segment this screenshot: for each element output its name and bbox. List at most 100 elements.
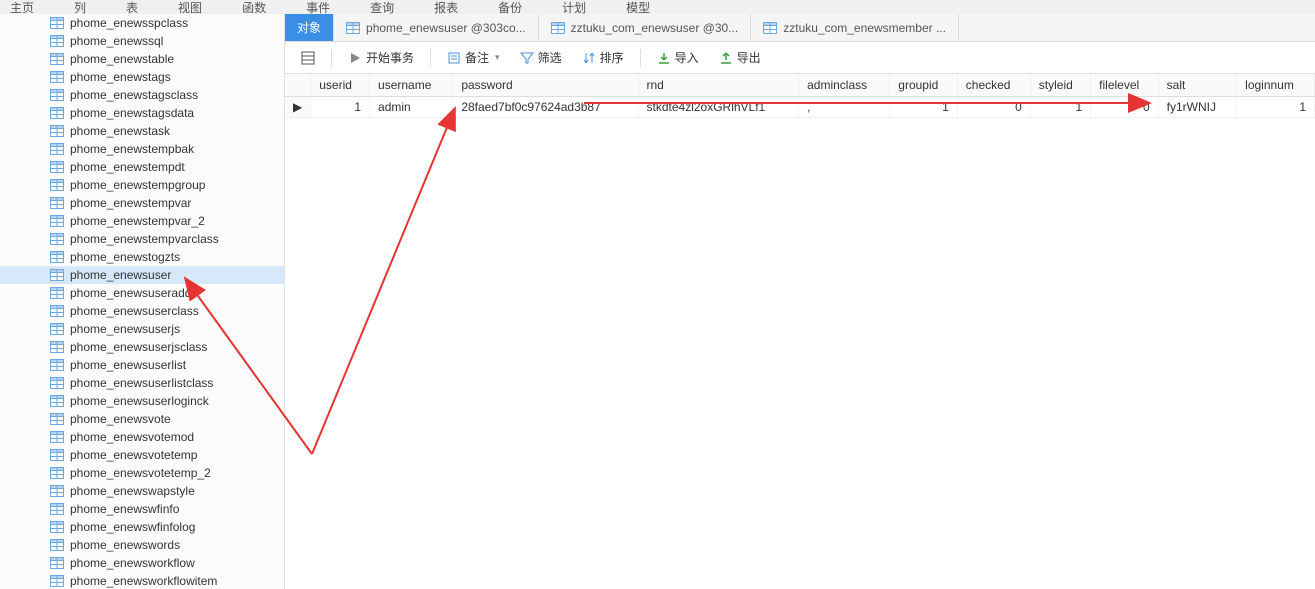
sidebar-item-phome_enewstogzts[interactable]: phome_enewstogzts: [0, 248, 284, 266]
sidebar-item-phome_enewssql[interactable]: phome_enewssql: [0, 32, 284, 50]
table-row[interactable]: ▶1admin28faed7bf0c97624ad3b87stkdte4zl2o…: [285, 97, 1315, 118]
sidebar-item-phome_enewsuserjs[interactable]: phome_enewsuserjs: [0, 320, 284, 338]
sidebar-item-phome_enewsuserclass[interactable]: phome_enewsuserclass: [0, 302, 284, 320]
table-icon: [50, 233, 64, 245]
tab-2[interactable]: zztuku_com_enewsuser @30...: [539, 14, 752, 41]
table-icon: [50, 305, 64, 317]
table-list-sidebar[interactable]: phome_enewsspclassphome_enewssqlphome_en…: [0, 14, 285, 589]
sidebar-item-phome_enewsuserlist[interactable]: phome_enewsuserlist: [0, 356, 284, 374]
sidebar-item-phome_enewstempbak[interactable]: phome_enewstempbak: [0, 140, 284, 158]
sidebar-item-phome_enewsvote[interactable]: phome_enewsvote: [0, 410, 284, 428]
menu-item[interactable]: 列: [74, 0, 86, 14]
sort-button[interactable]: 排序: [574, 46, 632, 69]
sidebar-item-label: phome_enewstempbak: [70, 142, 194, 156]
sidebar-item-label: phome_enewsuserloginck: [70, 394, 209, 408]
column-header-rnd[interactable]: rnd: [638, 74, 799, 97]
menu-item[interactable]: 备份: [498, 0, 522, 14]
cell-adminclass[interactable]: ,: [799, 97, 890, 118]
sidebar-item-label: phome_enewstagsdata: [70, 106, 194, 120]
filter-label: 筛选: [538, 49, 562, 66]
cell-rnd[interactable]: stkdte4zl2oxGRlhVLf1: [638, 97, 799, 118]
table-icon: [50, 35, 64, 47]
table-icon: [50, 215, 64, 227]
menu-item[interactable]: 视图: [178, 0, 202, 14]
sidebar-item-label: phome_enewswfinfo: [70, 502, 179, 516]
sidebar-item-phome_enewsuserlistclass[interactable]: phome_enewsuserlistclass: [0, 374, 284, 392]
menu-item[interactable]: 表: [126, 0, 138, 14]
menu-item[interactable]: 模型: [626, 0, 650, 14]
column-header-salt[interactable]: salt: [1158, 74, 1237, 97]
sidebar-item-phome_enewsuseradd[interactable]: phome_enewsuseradd: [0, 284, 284, 302]
menu-item[interactable]: 查询: [370, 0, 394, 14]
tab-0[interactable]: 对象: [285, 14, 334, 41]
grid-icon: [301, 51, 315, 65]
sidebar-item-phome_enewstempvarclass[interactable]: phome_enewstempvarclass: [0, 230, 284, 248]
sidebar-item-phome_enewsvotemod[interactable]: phome_enewsvotemod: [0, 428, 284, 446]
sidebar-item-phome_enewswfinfolog[interactable]: phome_enewswfinfolog: [0, 518, 284, 536]
column-header-groupid[interactable]: groupid: [890, 74, 957, 97]
sidebar-item-phome_enewswords[interactable]: phome_enewswords: [0, 536, 284, 554]
cell-salt[interactable]: fy1rWNIJ: [1158, 97, 1237, 118]
column-header-adminclass[interactable]: adminclass: [799, 74, 890, 97]
sidebar-item-phome_enewstable[interactable]: phome_enewstable: [0, 50, 284, 68]
export-button[interactable]: 导出: [711, 46, 769, 69]
row-marker: ▶: [285, 97, 311, 118]
sidebar-item-phome_enewstempvar_2[interactable]: phome_enewstempvar_2: [0, 212, 284, 230]
sidebar-item-phome_enewswfinfo[interactable]: phome_enewswfinfo: [0, 500, 284, 518]
tab-1[interactable]: phome_enewsuser @303co...: [334, 14, 539, 41]
note-icon: [447, 51, 461, 65]
sidebar-item-phome_enewstagsdata[interactable]: phome_enewstagsdata: [0, 104, 284, 122]
menu-item[interactable]: 计划: [562, 0, 586, 14]
sidebar-item-phome_enewsworkflow[interactable]: phome_enewsworkflow: [0, 554, 284, 572]
sidebar-item-phome_enewsuserjsclass[interactable]: phome_enewsuserjsclass: [0, 338, 284, 356]
cell-password[interactable]: 28faed7bf0c97624ad3b87: [453, 97, 638, 118]
start-transaction-button[interactable]: 开始事务: [340, 46, 422, 69]
sidebar-item-phome_enewstempdt[interactable]: phome_enewstempdt: [0, 158, 284, 176]
sidebar-item-phome_enewstags[interactable]: phome_enewstags: [0, 68, 284, 86]
menu-item[interactable]: 事件: [306, 0, 330, 14]
sidebar-item-phome_enewsspclass[interactable]: phome_enewsspclass: [0, 14, 284, 32]
menu-item[interactable]: 主页: [10, 0, 34, 14]
separator: [430, 49, 431, 67]
sidebar-item-phome_enewswapstyle[interactable]: phome_enewswapstyle: [0, 482, 284, 500]
cell-userid[interactable]: 1: [311, 97, 370, 118]
sidebar-item-phome_enewstempgroup[interactable]: phome_enewstempgroup: [0, 176, 284, 194]
play-icon: [348, 51, 362, 65]
sidebar-item-phome_enewsvotetemp[interactable]: phome_enewsvotetemp: [0, 446, 284, 464]
cell-groupid[interactable]: 1: [890, 97, 957, 118]
column-header-checked[interactable]: checked: [957, 74, 1030, 97]
sidebar-item-phome_enewstagsclass[interactable]: phome_enewstagsclass: [0, 86, 284, 104]
sidebar-item-phome_enewsuser[interactable]: phome_enewsuser: [0, 266, 284, 284]
filter-button[interactable]: 筛选: [512, 46, 570, 69]
table-icon: [50, 17, 64, 29]
tab-3[interactable]: zztuku_com_enewsmember ...: [751, 14, 959, 41]
remark-label: 备注: [465, 49, 489, 66]
remark-button[interactable]: 备注 ▾: [439, 46, 508, 69]
sidebar-item-label: phome_enewsvotetemp: [70, 448, 197, 462]
data-grid[interactable]: useridusernamepasswordrndadminclassgroup…: [285, 74, 1315, 589]
column-header-filelevel[interactable]: filelevel: [1091, 74, 1158, 97]
sidebar-item-label: phome_enewsspclass: [70, 16, 188, 30]
table-icon: [50, 71, 64, 83]
cell-loginnum[interactable]: 1: [1237, 97, 1315, 118]
sidebar-item-phome_enewstempvar[interactable]: phome_enewstempvar: [0, 194, 284, 212]
column-header-userid[interactable]: userid: [311, 74, 370, 97]
sidebar-item-phome_enewsworkflowitem[interactable]: phome_enewsworkflowitem: [0, 572, 284, 589]
cell-styleid[interactable]: 1: [1030, 97, 1090, 118]
sidebar-item-phome_enewstask[interactable]: phome_enewstask: [0, 122, 284, 140]
sidebar-item-phome_enewsuserloginck[interactable]: phome_enewsuserloginck: [0, 392, 284, 410]
table-icon: [50, 467, 64, 479]
column-header-styleid[interactable]: styleid: [1030, 74, 1090, 97]
sidebar-item-phome_enewsvotetemp_2[interactable]: phome_enewsvotetemp_2: [0, 464, 284, 482]
column-header-loginnum[interactable]: loginnum: [1237, 74, 1315, 97]
cell-username[interactable]: admin: [370, 97, 453, 118]
column-header-username[interactable]: username: [370, 74, 453, 97]
import-button[interactable]: 导入: [649, 46, 707, 69]
grid-view-button[interactable]: [293, 48, 323, 68]
menu-item[interactable]: 函数: [242, 0, 266, 14]
cell-checked[interactable]: 0: [957, 97, 1030, 118]
table-icon: [50, 539, 64, 551]
menu-item[interactable]: 报表: [434, 0, 458, 14]
column-header-password[interactable]: password: [453, 74, 638, 97]
cell-filelevel[interactable]: 0: [1091, 97, 1158, 118]
